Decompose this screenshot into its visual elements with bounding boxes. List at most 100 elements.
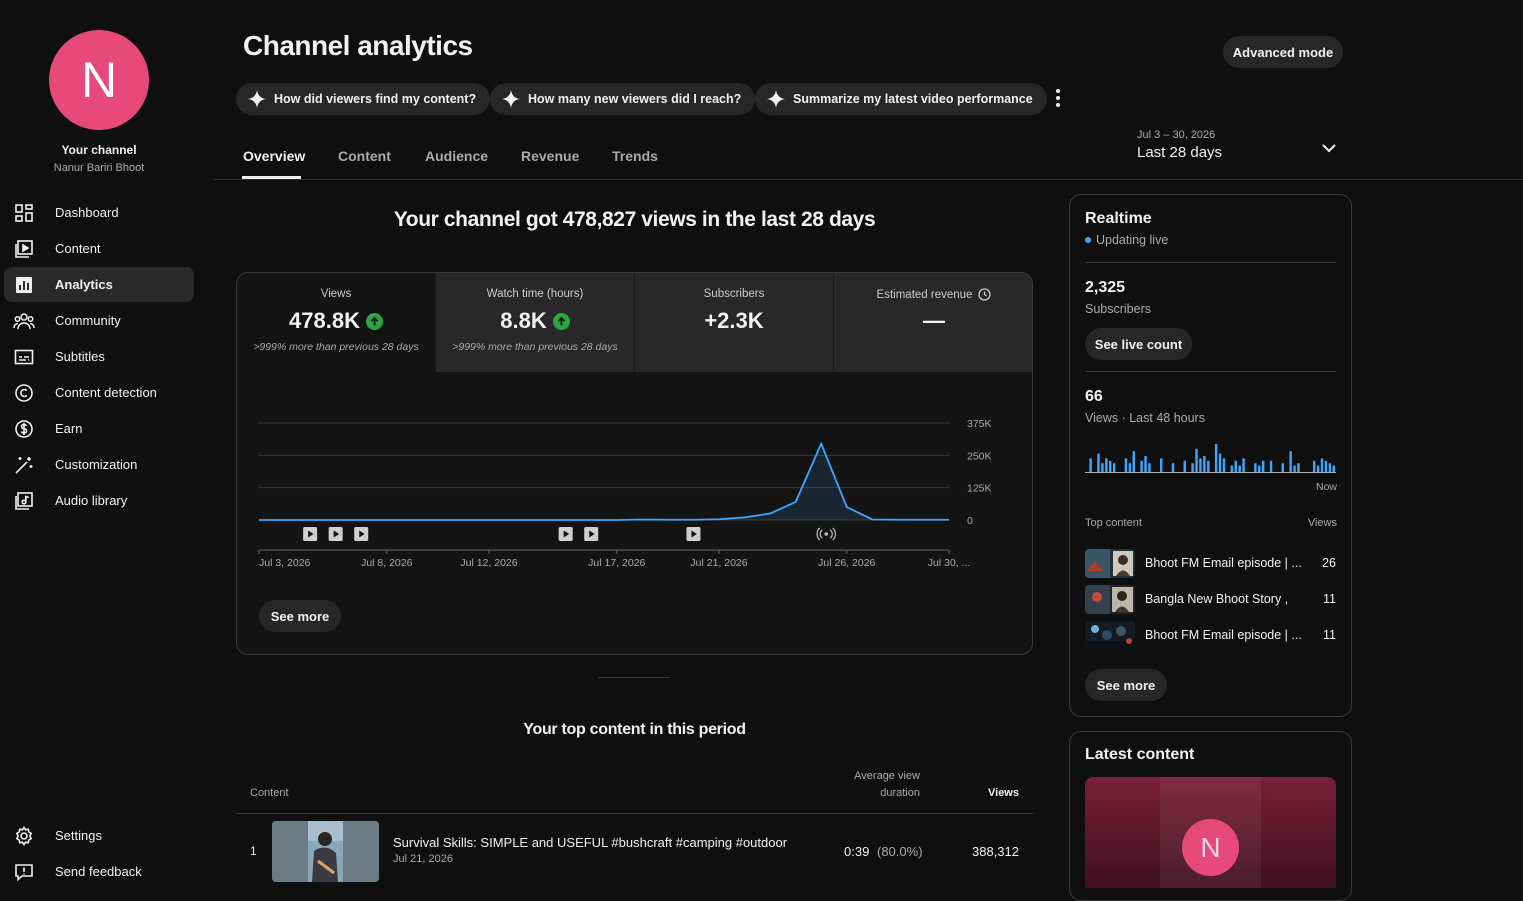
realtime-bar xyxy=(1195,448,1198,472)
realtime-bar xyxy=(1183,460,1186,472)
sidebar-item-label: Subtitles xyxy=(55,349,105,364)
metric-estimated-revenue[interactable]: Estimated revenue — xyxy=(834,273,1032,372)
ai-suggestion-chip[interactable]: How many new viewers did I reach? xyxy=(490,83,756,115)
realtime-bar xyxy=(1234,460,1237,472)
sidebar-item-dashboard[interactable]: Dashboard xyxy=(4,195,194,230)
realtime-bar xyxy=(1312,460,1316,472)
overview-headline: Your channel got 478,827 views in the la… xyxy=(393,208,876,231)
realtime-views-column: Views xyxy=(1307,517,1337,529)
column-header-views[interactable]: Views xyxy=(960,787,1019,799)
sidebar-item-label: Send feedback xyxy=(55,864,142,879)
date-range-dates[interactable]: Jul 3 – 30, 2026 xyxy=(1137,129,1215,141)
see-live-count-button[interactable]: See live count xyxy=(1085,328,1192,360)
dashboard-icon xyxy=(13,202,35,224)
realtime-bar xyxy=(1261,460,1265,472)
metric-label: Estimated revenue xyxy=(876,288,973,301)
column-header-avd-line1[interactable]: Average view xyxy=(840,770,920,782)
metric-views[interactable]: Views 478.8K >999% more than previous 28… xyxy=(237,273,436,372)
realtime-bar-chart[interactable] xyxy=(1085,436,1337,474)
more-options-icon[interactable] xyxy=(1050,87,1066,109)
latest-content-thumbnail[interactable]: N xyxy=(1085,777,1336,888)
video-marker-icon[interactable] xyxy=(354,527,369,541)
y-tick-label: 375K xyxy=(967,418,992,430)
tab-overview[interactable]: Overview xyxy=(243,148,305,164)
table-row[interactable]: 1 Survival Skills: SIMPLE and USEFUL #bu… xyxy=(236,814,1033,888)
realtime-bar xyxy=(1332,465,1335,472)
tab-revenue[interactable]: Revenue xyxy=(521,148,579,164)
tab-trends[interactable]: Trends xyxy=(612,148,658,164)
x-tick-label: Jul 12, 2026 xyxy=(460,557,517,569)
realtime-subscribers-value: 2,325 xyxy=(1085,279,1126,296)
realtime-item[interactable]: Bhoot FM Email episode | ... 11 xyxy=(1085,620,1336,652)
advanced-mode-button[interactable]: Advanced mode xyxy=(1223,36,1343,68)
y-tick-label: 0 xyxy=(967,515,973,527)
video-views: 388,312 xyxy=(972,844,1019,859)
video-marker-icon[interactable] xyxy=(558,527,573,541)
x-tick-label: Jul 17, 2026 xyxy=(588,557,645,569)
video-marker-icon[interactable] xyxy=(303,527,318,541)
tab-audience[interactable]: Audience xyxy=(425,148,488,164)
realtime-item[interactable]: Bhoot FM Email episode | ... 26 xyxy=(1085,548,1336,580)
realtime-subscribers-label: Subscribers xyxy=(1085,302,1151,316)
realtime-bar xyxy=(1269,460,1273,472)
realtime-item[interactable]: Bangla New Bhoot Story , 11 xyxy=(1085,584,1336,616)
channel-avatar[interactable]: N xyxy=(49,30,149,130)
sidebar-item-customization[interactable]: Customization xyxy=(4,447,194,482)
audio-library-icon xyxy=(13,490,35,512)
date-range-label[interactable]: Last 28 days xyxy=(1137,144,1222,161)
feedback-icon xyxy=(13,861,35,883)
metric-comparison: >999% more than previous 28 days xyxy=(452,341,618,353)
realtime-title: Realtime xyxy=(1085,210,1152,227)
sidebar-item-label: Community xyxy=(55,313,121,328)
realtime-bar xyxy=(1124,458,1128,472)
sidebar-item-community[interactable]: Community xyxy=(4,303,194,338)
sidebar-item-content[interactable]: Content xyxy=(4,231,194,266)
y-tick-label: 250K xyxy=(967,450,992,462)
chevron-down-icon[interactable] xyxy=(1320,140,1338,161)
thumbnail-image xyxy=(272,821,379,882)
metric-watch-time[interactable]: Watch time (hours) 8.8K >999% more than … xyxy=(436,273,635,372)
sidebar-item-analytics[interactable]: Analytics xyxy=(4,267,194,302)
metric-label: Watch time (hours) xyxy=(486,288,584,300)
metric-label: Views xyxy=(320,288,352,300)
clock-icon xyxy=(978,288,992,301)
live-stream-icon[interactable] xyxy=(816,527,837,541)
metric-value: — xyxy=(923,308,945,333)
video-marker-icon[interactable] xyxy=(686,527,701,541)
gear-icon xyxy=(13,825,35,847)
sidebar-item-send-feedback[interactable]: Send feedback xyxy=(4,854,194,889)
realtime-bar xyxy=(1207,460,1210,472)
header-divider xyxy=(214,179,1523,180)
ai-suggestion-chip[interactable]: Summarize my latest video performance xyxy=(755,83,1047,115)
video-marker-icon[interactable] xyxy=(584,527,599,541)
realtime-bar xyxy=(1258,465,1261,472)
see-more-button[interactable]: See more xyxy=(259,600,341,632)
sidebar-item-label: Content detection xyxy=(55,385,157,400)
realtime-see-more-button[interactable]: See more xyxy=(1085,669,1167,701)
sidebar-item-settings[interactable]: Settings xyxy=(4,818,194,853)
realtime-bar xyxy=(1222,458,1226,472)
ai-suggestion-chip[interactable]: How did viewers find my content? xyxy=(236,83,491,115)
video-thumbnail xyxy=(1085,621,1135,650)
realtime-bar xyxy=(1214,444,1218,472)
sidebar-item-content-detection[interactable]: Content detection xyxy=(4,375,194,410)
metric-value: 8.8K xyxy=(500,308,547,333)
column-header-avd-line2[interactable]: duration xyxy=(840,787,920,799)
sidebar-item-audio-library[interactable]: Audio library xyxy=(4,483,194,518)
video-marker-icon[interactable] xyxy=(328,527,343,541)
tab-content[interactable]: Content xyxy=(338,148,391,164)
views-chart[interactable]: 0 125K 250K 375K Jul 3, 2026 Jul 8, 2026 Jul 1… xyxy=(237,372,1033,582)
realtime-bar xyxy=(1105,458,1108,472)
video-thumbnail xyxy=(1085,585,1135,614)
metric-subscribers[interactable]: Subscribers +2.3K xyxy=(635,273,834,372)
sidebar-item-subtitles[interactable]: Subtitles xyxy=(4,339,194,374)
x-tick-label: Jul 30, ... xyxy=(928,557,971,569)
column-header-content[interactable]: Content xyxy=(250,787,289,799)
video-avd: 0:39 xyxy=(844,844,870,859)
sparkle-icon xyxy=(502,90,520,108)
video-title[interactable]: Survival Skills: SIMPLE and USEFUL #bush… xyxy=(393,835,787,850)
sidebar-item-earn[interactable]: Earn xyxy=(4,411,194,446)
video-thumbnail[interactable] xyxy=(272,821,379,882)
realtime-bar xyxy=(1230,465,1234,472)
realtime-bar xyxy=(1101,463,1104,472)
